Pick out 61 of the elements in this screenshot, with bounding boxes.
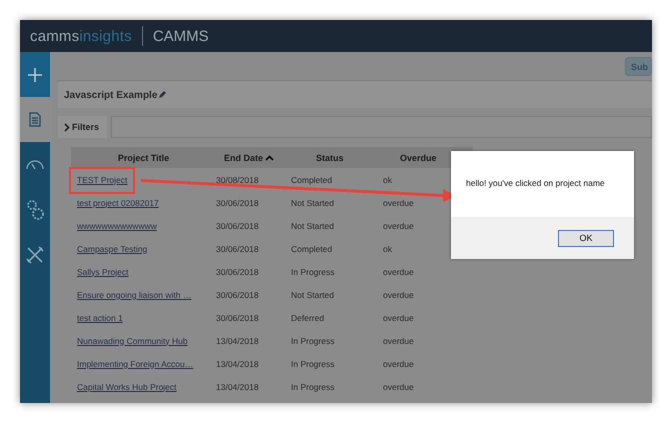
project-link[interactable]: Campaspe Testing [71, 244, 216, 254]
gauge-icon [26, 159, 44, 170]
table-cell-text: 30/08/2018 [216, 174, 260, 184]
highlight-box [69, 167, 135, 194]
project-link[interactable]: Capital Works Hub Project [71, 382, 216, 392]
column-header[interactable]: Project Title [71, 152, 216, 162]
table-cell-text: In Progress [291, 382, 336, 392]
table-cell-text: overdue [383, 198, 415, 208]
chevron-icon [64, 122, 70, 132]
table-cell-text: overdue [383, 220, 415, 230]
filter-field[interactable] [111, 116, 652, 138]
table-cell-text: 30/06/2018 [216, 220, 260, 230]
table-cell-text: overdue [383, 266, 415, 276]
table-cell-text: overdue [383, 312, 415, 322]
table-cell-text: Not Started [291, 290, 335, 300]
table-cell-text: 30/06/2018 [216, 198, 260, 208]
project-link[interactable]: test action 1 [71, 312, 216, 322]
table-cell-text: 30/06/2018 [216, 290, 260, 300]
table-cell-text: overdue [383, 382, 415, 392]
table-cell-text: In Progress [291, 358, 336, 368]
table-cell-text: Deferred [291, 312, 326, 322]
table-cell-text: 13/04/2018 [216, 336, 260, 346]
table-cell-text: overdue [383, 358, 415, 368]
table-cell-text: 13/04/2018 [216, 382, 260, 392]
product-name: CAMMS [152, 28, 209, 44]
table-cell-text: In Progress [291, 336, 336, 346]
project-link[interactable]: Implementing Foreign Accou… [71, 358, 216, 368]
project-link[interactable]: Ensure ongoing liaison with … [71, 290, 216, 300]
sort-caret-icon [265, 154, 274, 160]
document-icon [29, 112, 41, 127]
project-link[interactable]: Nunawading Community Hub [71, 336, 216, 346]
table-cell-text: 13/04/2018 [216, 358, 260, 368]
table-cell-text: Not Started [291, 220, 335, 230]
table-cell-text: overdue [383, 336, 415, 346]
gears-icon [26, 198, 44, 220]
sidebar-item[interactable] [20, 97, 50, 142]
project-link[interactable]: test project 02082017 [71, 198, 216, 208]
table-cell-text: Completed [291, 174, 334, 184]
table-cell-text: ok [383, 174, 393, 184]
table-cell-text: overdue [383, 290, 415, 300]
pencil-icon[interactable] [158, 91, 166, 99]
logo: cammsinsights [30, 28, 132, 44]
ok-button[interactable]: OK [558, 230, 614, 246]
table-cell-text: Not Started [291, 198, 335, 208]
page-title: Javascript Example [64, 90, 158, 100]
table-cell-text: In Progress [291, 266, 336, 276]
table-cell-text: 30/06/2018 [216, 244, 260, 254]
column-header[interactable]: Status [291, 152, 383, 162]
project-link[interactable]: Sallys Project [71, 266, 216, 276]
plus-icon [28, 68, 42, 82]
dialog-message: hello! you've clicked on project name [465, 177, 606, 190]
table-cell-text: 30/06/2018 [216, 266, 260, 276]
tools-icon [26, 246, 44, 264]
sidebar-item[interactable] [20, 52, 50, 97]
table-cell-text: ok [383, 244, 393, 254]
project-link[interactable]: wwwwwwwwwwwww [71, 220, 216, 230]
table-cell-text: 30/06/2018 [216, 312, 260, 322]
table-cell-text: Completed [291, 244, 334, 254]
filters-toggle[interactable]: Filters [58, 116, 108, 138]
project-link[interactable]: TEST Project [71, 174, 216, 184]
column-header[interactable]: End Date [216, 152, 291, 162]
